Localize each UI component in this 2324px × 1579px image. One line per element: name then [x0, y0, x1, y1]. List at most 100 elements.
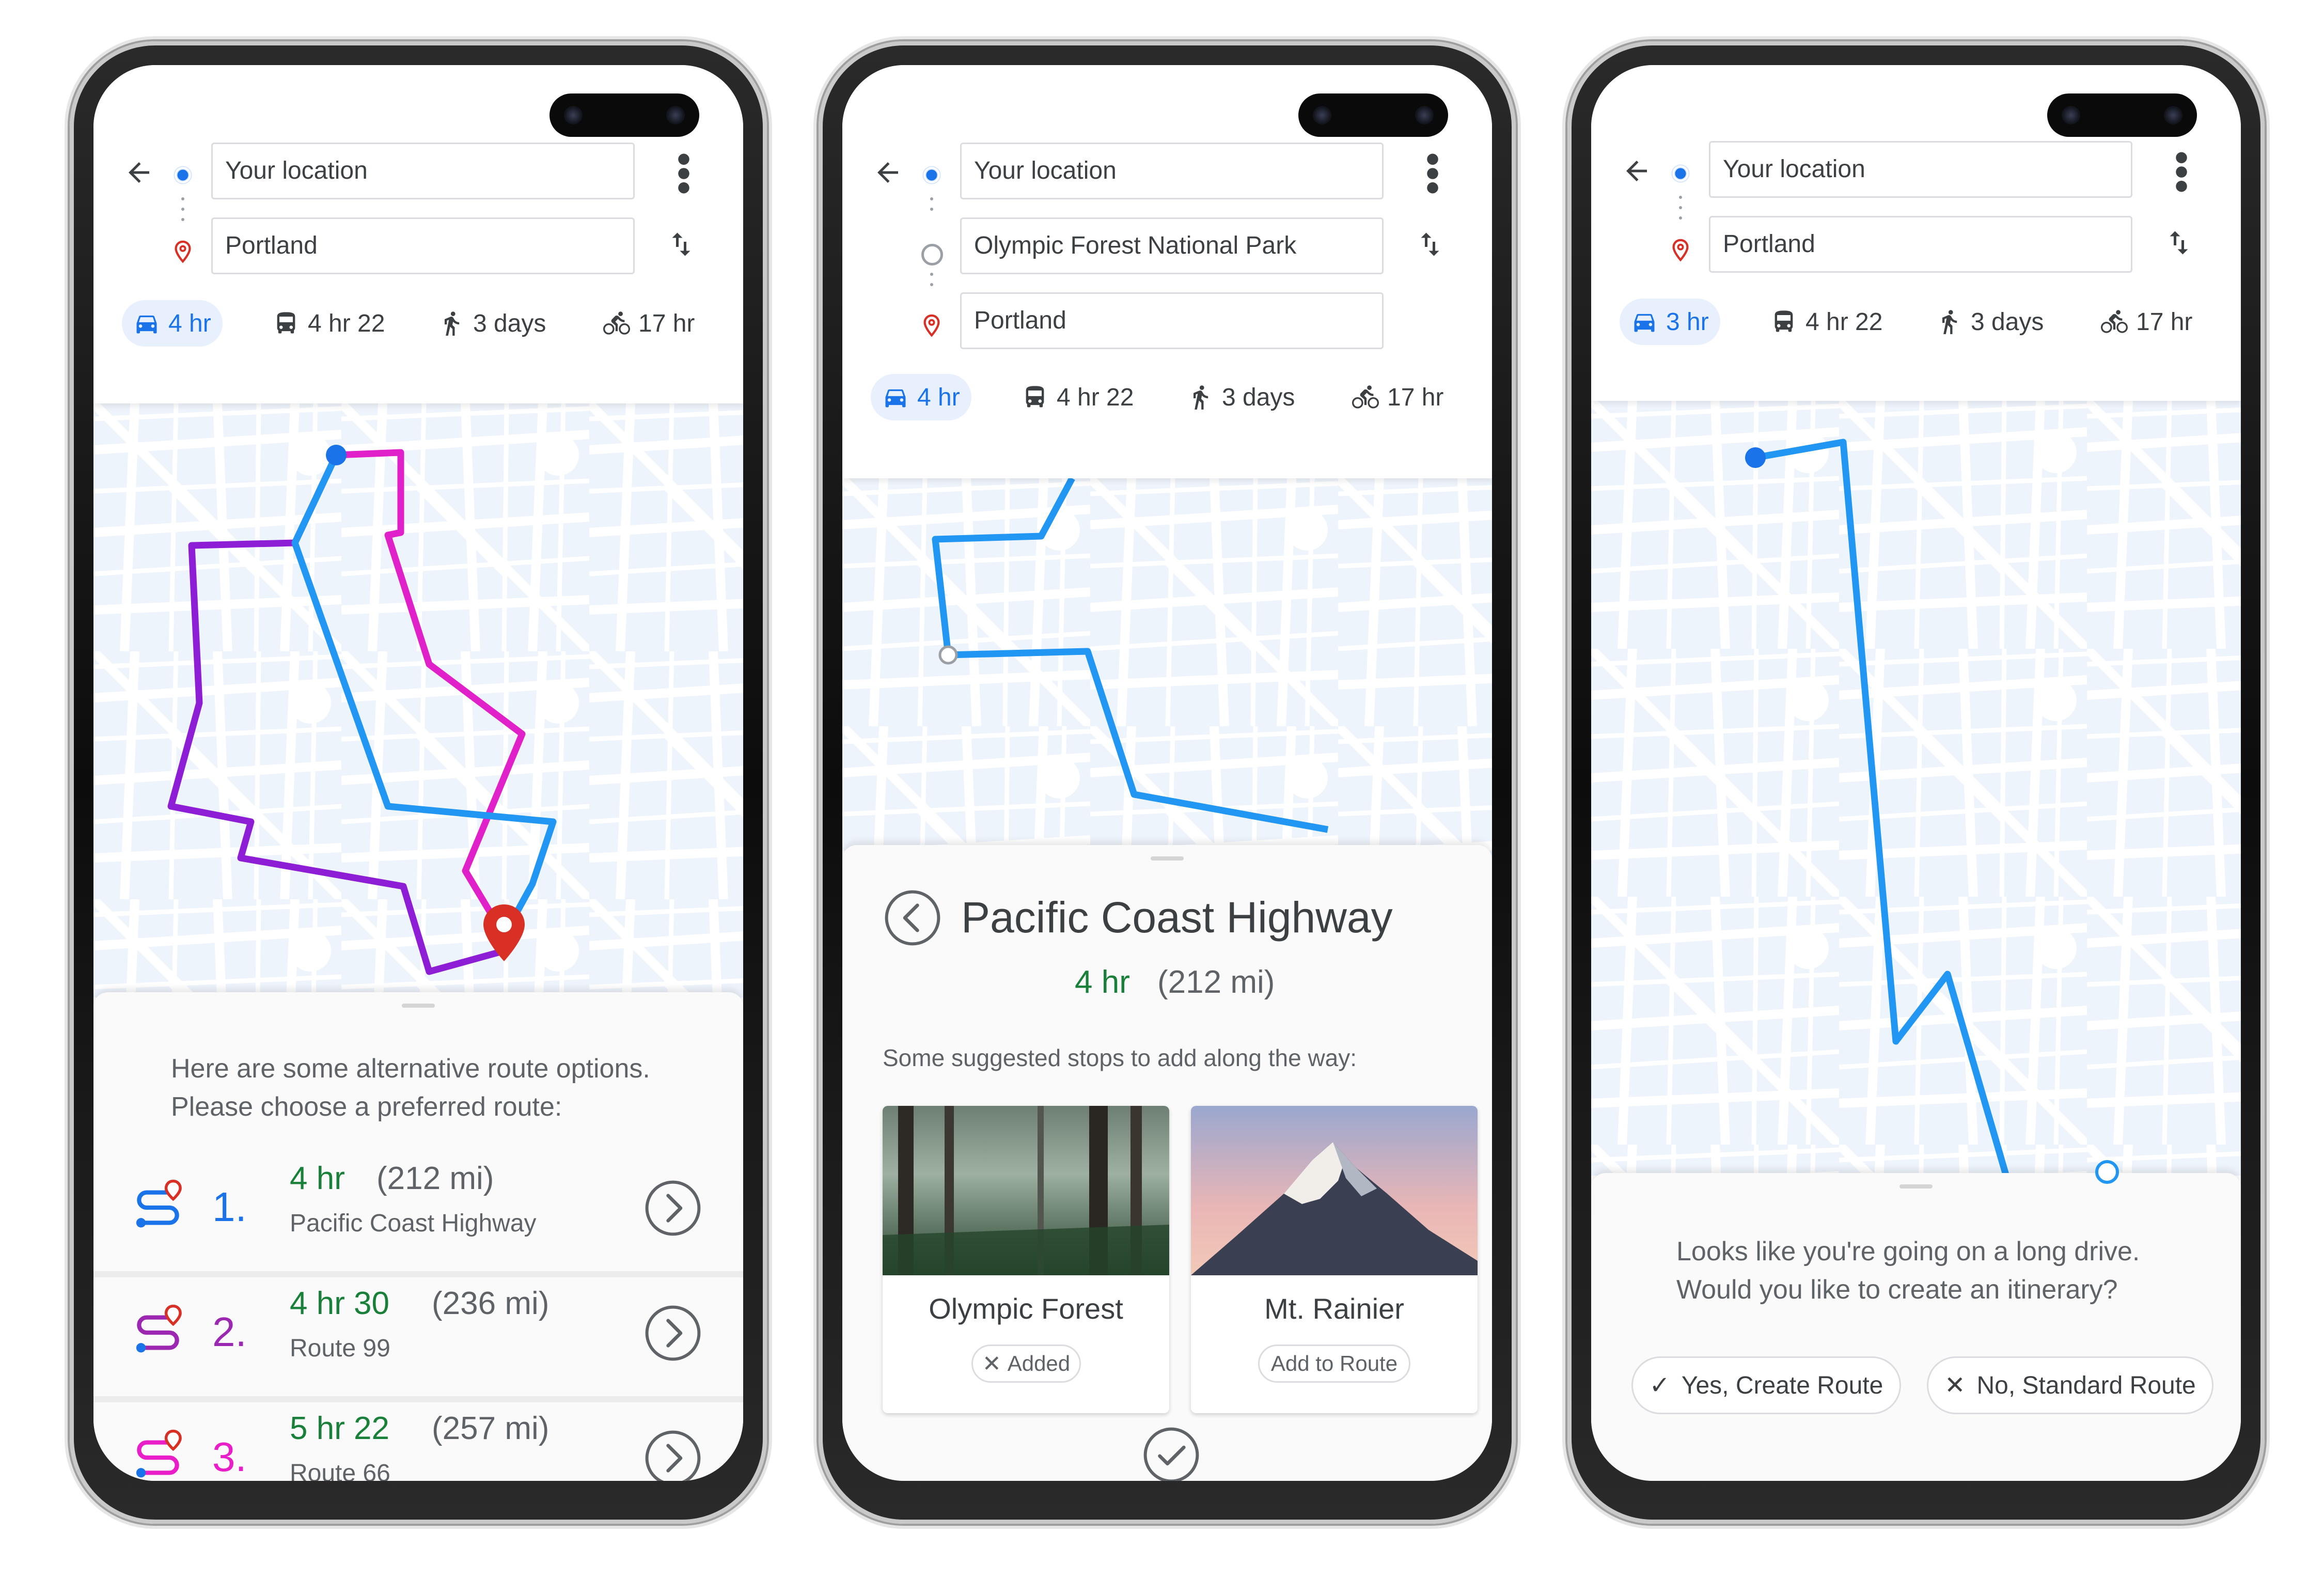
mode-transit-label: 4 hr 22 [1805, 308, 1883, 336]
prompt-line-1: Here are some alternative route options. [171, 1054, 650, 1084]
yes-create-route-label: Yes, Create Route [1681, 1371, 1883, 1399]
route-distance: (257 mi) [432, 1411, 549, 1446]
mode-bike[interactable]: 17 hr [1341, 374, 1455, 420]
travel-modes: 4 hr 4 hr 22 3 days 17 hr [122, 300, 723, 347]
screen-route-options: Your location Portland 4 hr 4 hr 22 3 da… [93, 65, 743, 1481]
mode-drive[interactable]: 3 hr [1620, 299, 1720, 345]
swap-icon[interactable] [1415, 226, 1446, 262]
map-canvas [842, 478, 1492, 866]
mode-drive[interactable]: 4 hr [122, 300, 223, 347]
yes-create-route-button[interactable]: ✓ Yes, Create Route [1631, 1356, 1901, 1414]
waypoint-marker [938, 645, 958, 665]
sheet-handle[interactable] [1899, 1184, 1933, 1189]
front-camera [1298, 93, 1448, 137]
mode-drive-label: 4 hr [917, 383, 960, 411]
screen-route-detail: Your location Olympic Forest National Pa… [842, 65, 1492, 1481]
mode-transit[interactable]: 4 hr 22 [261, 300, 396, 347]
travel-modes: 3 hr 4 hr 22 3 days 17 hr [1620, 299, 2220, 345]
waypoint-field[interactable]: Olympic Forest National Park [960, 217, 1384, 274]
walk-icon [1936, 308, 1962, 335]
mode-transit-label: 4 hr 22 [1057, 383, 1134, 411]
route-dots [1679, 196, 1682, 227]
check-icon: ✓ [1649, 1372, 1670, 1399]
more-options-icon[interactable] [1425, 153, 1440, 194]
mode-transit-label: 4 hr 22 [308, 309, 385, 337]
route-time: 4 hr [1075, 964, 1130, 1000]
close-icon: ✕ [1944, 1372, 1966, 1399]
stop-card-olympic-forest[interactable]: Olympic Forest ✕ Added [883, 1106, 1169, 1413]
back-arrow-icon[interactable] [872, 157, 903, 188]
route-option-1[interactable]: 1. 4 hr (212 mi) Pacific Coast Highway [93, 1152, 743, 1271]
route-distance: (212 mi) [1157, 964, 1275, 1000]
route-name: Pacific Coast Highway [290, 1210, 537, 1237]
more-options-icon[interactable] [2174, 151, 2189, 193]
route-options-sheet: Here are some alternative route options.… [93, 992, 743, 1481]
prompt-line-2: Would you like to create an itinerary? [1676, 1275, 2118, 1305]
select-route-chevron-icon[interactable] [644, 1429, 702, 1481]
phone-3: Your location Portland 3 hr 4 hr 22 3 da… [1567, 41, 2265, 1524]
route-distance: (236 mi) [432, 1286, 549, 1321]
route-map[interactable] [93, 403, 743, 997]
destination-field[interactable]: Portland [1709, 216, 2132, 273]
destination-field[interactable]: Portland [211, 217, 635, 274]
origin-field[interactable]: Your location [960, 143, 1384, 199]
destination-pin-icon [1669, 237, 1692, 263]
more-options-icon[interactable] [676, 153, 692, 194]
screen-itinerary-prompt: Your location Portland 3 hr 4 hr 22 3 da… [1591, 65, 2241, 1481]
route-end-marker [2095, 1160, 2119, 1184]
back-circle-icon[interactable] [884, 889, 941, 947]
mode-drive[interactable]: 4 hr [871, 374, 971, 420]
route-option-2[interactable]: 2. 4 hr 30 (236 mi) Route 99 [93, 1271, 743, 1396]
add-to-route-chip[interactable]: Add to Route [1258, 1345, 1410, 1383]
mode-bike[interactable]: 17 hr [2090, 299, 2204, 345]
no-standard-route-button[interactable]: ✕ No, Standard Route [1927, 1356, 2213, 1414]
select-route-chevron-icon[interactable] [644, 1304, 702, 1362]
select-route-chevron-icon[interactable] [644, 1179, 702, 1237]
back-arrow-icon[interactable] [1621, 155, 1652, 186]
mode-walk[interactable]: 3 days [427, 300, 557, 347]
destination-pin-icon [920, 312, 944, 339]
added-label: Added [1007, 1351, 1071, 1375]
swap-icon[interactable] [666, 226, 697, 262]
route-number: 1. [212, 1184, 247, 1230]
added-chip[interactable]: ✕ Added [971, 1345, 1081, 1383]
mode-walk-label: 3 days [1222, 383, 1295, 411]
mode-walk-label: 3 days [1971, 308, 2044, 336]
mode-walk[interactable]: 3 days [1924, 299, 2055, 345]
origin-dot-icon [921, 164, 943, 186]
walk-icon [438, 310, 465, 337]
front-camera [549, 93, 699, 137]
map-canvas [93, 403, 743, 997]
confirm-check-icon[interactable] [1142, 1426, 1200, 1481]
swap-icon[interactable] [2163, 225, 2194, 261]
route-distance: (212 mi) [376, 1161, 494, 1196]
add-to-route-label: Add to Route [1270, 1351, 1398, 1375]
route-map[interactable] [1591, 401, 2241, 1176]
route-icon [130, 1429, 186, 1481]
back-arrow-icon[interactable] [123, 157, 154, 188]
walk-icon [1187, 384, 1214, 411]
mode-bike[interactable]: 17 hr [592, 300, 706, 347]
destination-field[interactable]: Portland [960, 292, 1384, 349]
origin-field[interactable]: Your location [211, 143, 635, 199]
mode-transit[interactable]: 4 hr 22 [1010, 374, 1145, 420]
bus-icon [1022, 384, 1048, 411]
no-standard-route-label: No, Standard Route [1976, 1371, 2196, 1399]
route-icon [130, 1304, 186, 1361]
route-dots [181, 197, 184, 228]
sheet-handle[interactable] [1151, 856, 1184, 861]
route-option-3[interactable]: 3. 5 hr 22 (257 mi) Route 66 [93, 1396, 743, 1481]
mode-walk[interactable]: 3 days [1175, 374, 1306, 420]
stop-title: Mt. Rainier [1264, 1292, 1404, 1325]
stop-card-mt-rainier[interactable]: Mt. Rainier Add to Route [1191, 1106, 1478, 1413]
stop-title: Olympic Forest [929, 1292, 1123, 1325]
route-time: 4 hr 30 [290, 1286, 390, 1321]
route-title: Pacific Coast Highway [961, 893, 1393, 942]
mode-transit[interactable]: 4 hr 22 [1759, 299, 1894, 345]
sheet-handle[interactable] [402, 1004, 435, 1008]
mode-drive-label: 3 hr [1666, 308, 1709, 336]
origin-field[interactable]: Your location [1709, 141, 2132, 198]
phone-1: Your location Portland 4 hr 4 hr 22 3 da… [70, 41, 767, 1524]
car-icon [133, 310, 160, 337]
route-map[interactable] [842, 478, 1492, 866]
